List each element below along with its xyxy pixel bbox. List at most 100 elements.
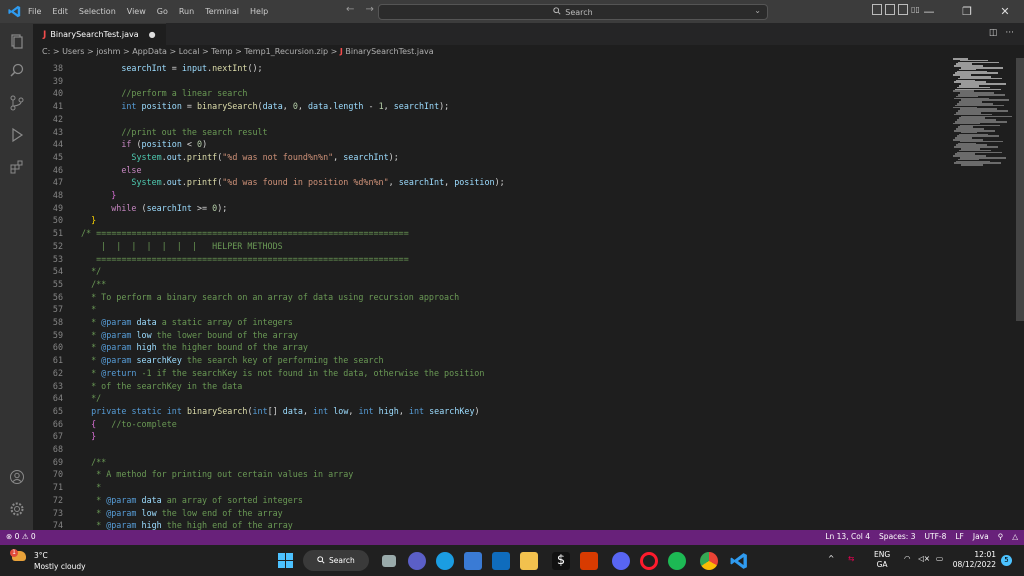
code-line[interactable]: 68 — [33, 443, 933, 456]
code-line[interactable]: 63 * of the searchKey in the data — [33, 380, 933, 393]
code-line[interactable]: 48 } — [33, 189, 933, 202]
encoding[interactable]: UTF-8 — [925, 532, 947, 541]
code-line[interactable]: 59 * @param low the lower bound of the a… — [33, 329, 933, 342]
restore-button[interactable]: ❐ — [948, 0, 986, 23]
minimap[interactable] — [953, 58, 1012, 168]
breadcrumb-file[interactable]: BinarySearchTest.java — [345, 47, 433, 56]
code-line[interactable]: 54 */ — [33, 265, 933, 278]
code-line[interactable]: 66 { //to-complete — [33, 418, 933, 431]
tray-app-icon[interactable]: ⇆ — [848, 554, 854, 563]
account-icon[interactable] — [0, 463, 33, 491]
code-line[interactable]: 74 * @param high the high end of the arr… — [33, 519, 933, 530]
file-explorer-icon[interactable] — [520, 552, 538, 570]
menu-help[interactable]: Help — [250, 7, 268, 16]
code-line[interactable]: 44 if (position < 0) — [33, 138, 933, 151]
spotify-icon[interactable] — [668, 552, 686, 570]
search-icon[interactable] — [0, 57, 33, 85]
code-line[interactable]: 65 private static int binarySearch(int[]… — [33, 405, 933, 418]
store-icon[interactable] — [464, 552, 482, 570]
code-line[interactable]: 38 searchInt = input.nextInt(); — [33, 62, 933, 75]
task-view-icon[interactable] — [382, 555, 396, 567]
explorer-icon[interactable] — [0, 27, 33, 55]
discord-icon[interactable] — [612, 552, 630, 570]
close-button[interactable]: ✕ — [986, 0, 1024, 23]
split-editor-icon[interactable]: ◫ — [989, 28, 998, 38]
menu-view[interactable]: View — [127, 7, 146, 16]
cursor-position[interactable]: Ln 13, Col 4 — [825, 532, 870, 541]
menu-selection[interactable]: Selection — [79, 7, 116, 16]
code-line[interactable]: 71 * — [33, 481, 933, 494]
breadcrumb-path[interactable]: C: > Users > joshm > AppData > Local > T… — [42, 47, 337, 56]
code-line[interactable]: 62 * @return -1 if the searchKey is not … — [33, 367, 933, 380]
code-line[interactable]: 72 * @param data an array of sorted inte… — [33, 494, 933, 507]
menu-go[interactable]: Go — [157, 7, 168, 16]
extensions-icon[interactable] — [0, 153, 33, 181]
code-line[interactable]: 67 } — [33, 430, 933, 443]
code-line[interactable]: 41 int position = binarySearch(data, 0, … — [33, 100, 933, 113]
clock[interactable]: 12:01 08/12/2022 — [952, 550, 996, 570]
toggle-secondary-sidebar-icon[interactable] — [898, 4, 908, 15]
code-editor[interactable]: 38 searchInt = input.nextInt(); 39 40 //pe… — [33, 58, 953, 530]
opera-icon[interactable] — [640, 552, 658, 570]
toggle-sidebar-icon[interactable] — [872, 4, 882, 15]
code-line[interactable]: 46 else — [33, 164, 933, 177]
code-line[interactable]: 64 */ — [33, 392, 933, 405]
menu-file[interactable]: File — [28, 7, 41, 16]
code-line[interactable]: 60 * @param high the higher bound of the… — [33, 341, 933, 354]
edge-icon[interactable] — [436, 552, 454, 570]
weather-widget[interactable]: 1 3°C Mostly cloudy — [10, 549, 100, 573]
code-line[interactable]: 61 * @param searchKey the search key of … — [33, 354, 933, 367]
code-line[interactable]: 53 =====================================… — [33, 253, 933, 266]
code-line[interactable]: 55 /** — [33, 278, 933, 291]
feedback-icon[interactable]: ⚲ — [998, 532, 1004, 541]
volume-icon[interactable]: ◁× — [918, 554, 930, 563]
bell-icon[interactable]: △ — [1012, 532, 1018, 541]
scrollbar-thumb[interactable] — [1016, 58, 1024, 321]
menu-run[interactable]: Run — [179, 7, 194, 16]
office-icon[interactable] — [580, 552, 598, 570]
problems-indicator[interactable]: ⊗ 0 ⚠ 0 — [6, 532, 36, 541]
taskbar-search[interactable]: Search — [303, 550, 369, 571]
toggle-panel-icon[interactable] — [885, 4, 895, 15]
language-mode[interactable]: Java — [973, 532, 989, 541]
nav-arrows[interactable]: ← → — [346, 4, 378, 15]
unsaved-indicator[interactable]: ● — [149, 30, 156, 39]
code-line[interactable]: 69 /** — [33, 456, 933, 469]
line-ending[interactable]: LF — [955, 532, 964, 541]
code-line[interactable]: 52 | | | | | | | HELPER METHODS — [33, 240, 933, 253]
editor-tab[interactable]: J BinarySearchTest.java ● — [33, 23, 166, 45]
code-line[interactable]: 47 System.out.printf("%d was found in po… — [33, 176, 933, 189]
code-line[interactable]: 45 System.out.printf("%d was not found%n… — [33, 151, 933, 164]
code-line[interactable]: 43 //print out the search result — [33, 126, 933, 139]
network-icon[interactable]: ◠ — [904, 554, 911, 563]
terminal-icon[interactable]: $ — [552, 552, 570, 570]
notification-badge[interactable]: 5 — [1001, 555, 1012, 566]
gear-icon[interactable] — [0, 495, 33, 523]
code-line[interactable]: 49 while (searchInt >= 0); — [33, 202, 933, 215]
start-button[interactable] — [278, 553, 293, 568]
chevron-down-icon[interactable]: ⌄ — [754, 6, 761, 15]
vscode-taskbar-icon[interactable] — [730, 552, 748, 570]
language-indicator[interactable]: ENG GA — [874, 550, 890, 570]
code-line[interactable]: 42 — [33, 113, 933, 126]
indentation[interactable]: Spaces: 3 — [879, 532, 915, 541]
code-line[interactable]: 39 — [33, 75, 933, 88]
code-line[interactable]: 50 } — [33, 214, 933, 227]
mail-icon[interactable] — [492, 552, 510, 570]
menu-terminal[interactable]: Terminal — [205, 7, 239, 16]
code-line[interactable]: 51 /* ===================================… — [33, 227, 933, 240]
teams-chat-icon[interactable] — [408, 552, 426, 570]
code-line[interactable]: 40 //perform a linear search — [33, 87, 933, 100]
menu-edit[interactable]: Edit — [52, 7, 68, 16]
code-line[interactable]: 73 * @param low the low end of the array — [33, 507, 933, 520]
code-line[interactable]: 57 * — [33, 303, 933, 316]
run-debug-icon[interactable] — [0, 121, 33, 149]
chrome-icon[interactable] — [700, 552, 718, 570]
command-center-search[interactable]: Search ⌄ — [378, 4, 768, 20]
more-actions-icon[interactable]: ··· — [1005, 28, 1014, 38]
source-control-icon[interactable] — [0, 89, 33, 117]
battery-icon[interactable]: ▭ — [936, 554, 943, 563]
code-line[interactable]: 70 * A method for printing out certain v… — [33, 468, 933, 481]
minimize-button[interactable]: — — [910, 0, 948, 23]
code-line[interactable]: 56 * To perform a binary search on an ar… — [33, 291, 933, 304]
